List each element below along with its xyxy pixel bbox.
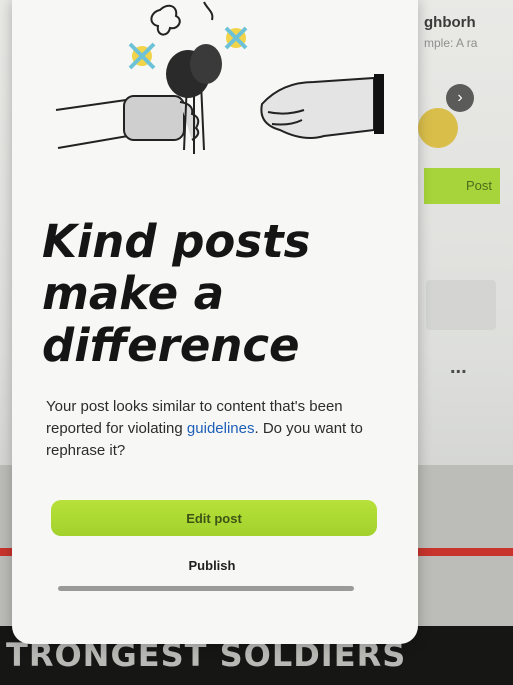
banner-stripe — [416, 548, 513, 556]
background-avatar — [418, 108, 458, 148]
receiving-hand-icon — [260, 74, 384, 139]
publish-button[interactable]: Publish — [132, 554, 292, 576]
background-subtext: mple: A ra — [424, 36, 478, 50]
guidelines-link[interactable]: guidelines — [187, 420, 255, 437]
giving-hand-icon — [55, 95, 200, 149]
background-card — [426, 280, 496, 330]
modal-title: Kind posts make a difference — [42, 215, 311, 372]
kindness-reminder-modal: Kind posts make a difference Your post l… — [12, 0, 418, 644]
edit-post-button[interactable]: Edit post — [51, 500, 377, 536]
bouquet-handoff-illustration — [55, 1, 384, 154]
modal-body: Your post looks similar to content that'… — [46, 396, 366, 462]
background-headline: ghborh — [424, 14, 476, 31]
background-post-button: Post — [424, 168, 500, 204]
chevron-right-icon: › — [446, 84, 474, 112]
more-options-icon: ... — [450, 356, 467, 378]
home-indicator — [58, 586, 354, 591]
